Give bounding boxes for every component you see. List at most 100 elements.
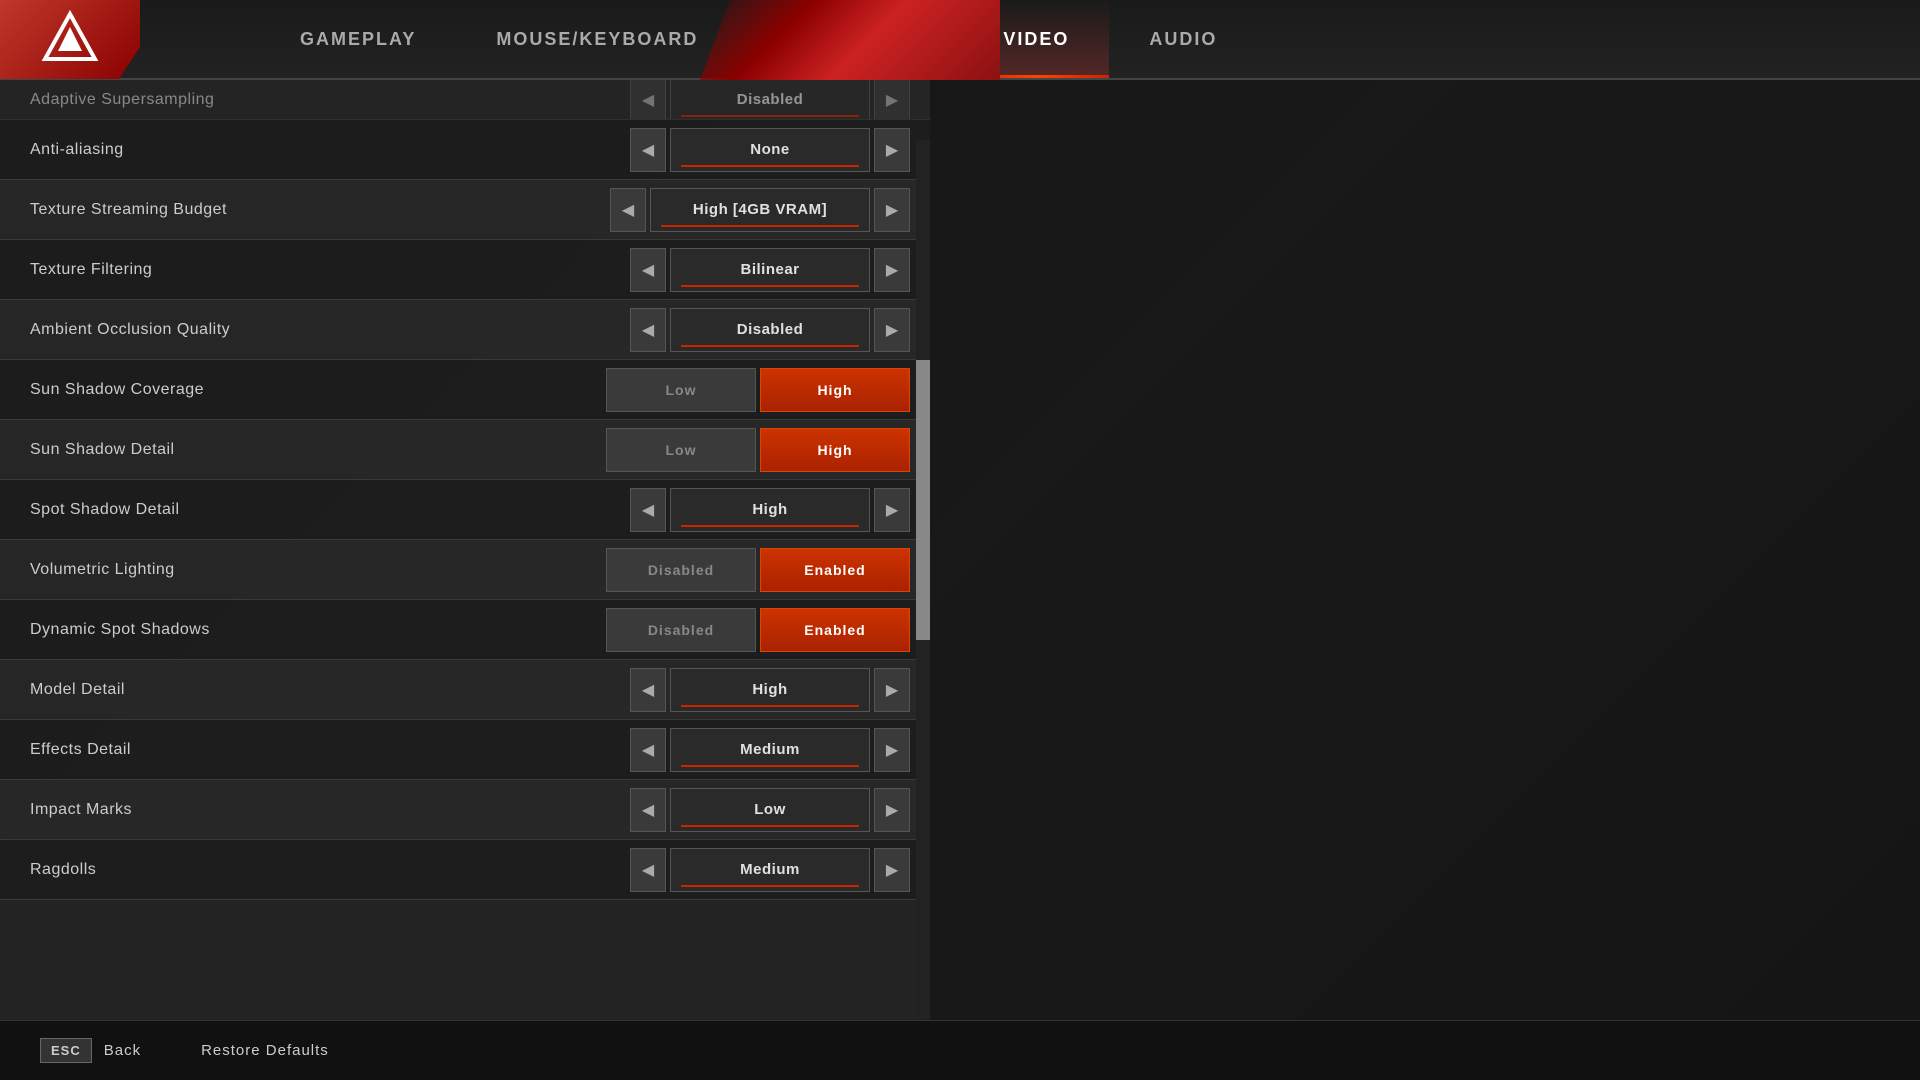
ambient-occlusion-control: ◀ Disabled ▶ xyxy=(630,308,910,352)
ragdolls-value: Medium xyxy=(740,861,800,878)
texture-filtering-label: Texture Filtering xyxy=(30,261,630,279)
setting-row-texture-streaming: Texture Streaming Budget ◀ High [4GB VRA… xyxy=(0,180,930,240)
volumetric-lighting-label: Volumetric Lighting xyxy=(30,561,606,579)
spot-shadow-detail-control: ◀ High ▶ xyxy=(630,488,910,532)
ambient-occlusion-value-box: Disabled xyxy=(670,308,870,352)
effects-detail-value: Medium xyxy=(740,741,800,758)
adaptive-value: Disabled xyxy=(737,91,804,108)
back-label: Back xyxy=(104,1042,141,1059)
tab-gameplay[interactable]: GAMEPLAY xyxy=(260,0,456,78)
volumetric-lighting-control: Disabled Enabled xyxy=(606,548,910,592)
ragdolls-prev[interactable]: ◀ xyxy=(630,848,666,892)
sun-shadow-detail-high[interactable]: High xyxy=(760,428,910,472)
model-detail-value-box: High xyxy=(670,668,870,712)
texture-streaming-next[interactable]: ▶ xyxy=(874,188,910,232)
effects-detail-label: Effects Detail xyxy=(30,741,630,759)
model-detail-next[interactable]: ▶ xyxy=(874,668,910,712)
adaptive-underline xyxy=(681,115,859,117)
sun-shadow-coverage-label: Sun Shadow Coverage xyxy=(30,381,606,399)
setting-row-spot-shadow-detail: Spot Shadow Detail ◀ High ▶ xyxy=(0,480,930,540)
ambient-occlusion-next[interactable]: ▶ xyxy=(874,308,910,352)
adaptive-prev[interactable]: ◀ xyxy=(630,80,666,120)
model-detail-prev[interactable]: ◀ xyxy=(630,668,666,712)
setting-row-dynamic-spot-shadows: Dynamic Spot Shadows Disabled Enabled xyxy=(0,600,930,660)
ambient-occlusion-prev[interactable]: ◀ xyxy=(630,308,666,352)
ragdolls-next[interactable]: ▶ xyxy=(874,848,910,892)
spot-shadow-detail-next[interactable]: ▶ xyxy=(874,488,910,532)
sun-shadow-coverage-control: Low High xyxy=(606,368,910,412)
adaptive-value-box: Disabled xyxy=(670,80,870,120)
sun-shadow-coverage-low[interactable]: Low xyxy=(606,368,756,412)
scrollbar-thumb[interactable] xyxy=(916,360,930,640)
settings-list[interactable]: Adaptive Supersampling ◀ Disabled ▶ Anti… xyxy=(0,80,930,1020)
spot-shadow-detail-label: Spot Shadow Detail xyxy=(30,501,630,519)
dynamic-spot-shadows-enabled[interactable]: Enabled xyxy=(760,608,910,652)
effects-detail-next[interactable]: ▶ xyxy=(874,728,910,772)
bottom-bar: ESC Back Restore Defaults xyxy=(0,1020,1920,1080)
texture-streaming-control: ◀ High [4GB VRAM] ▶ xyxy=(610,188,910,232)
effects-detail-underline xyxy=(681,765,859,767)
model-detail-underline xyxy=(681,705,859,707)
settings-panel: Adaptive Supersampling ◀ Disabled ▶ Anti… xyxy=(0,80,930,1020)
effects-detail-prev[interactable]: ◀ xyxy=(630,728,666,772)
volumetric-lighting-disabled[interactable]: Disabled xyxy=(606,548,756,592)
sun-shadow-detail-label: Sun Shadow Detail xyxy=(30,441,606,459)
impact-marks-next[interactable]: ▶ xyxy=(874,788,910,832)
texture-streaming-prev[interactable]: ◀ xyxy=(610,188,646,232)
texture-filtering-underline xyxy=(681,285,859,287)
model-detail-control: ◀ High ▶ xyxy=(630,668,910,712)
setting-row-sun-shadow-detail: Sun Shadow Detail Low High xyxy=(0,420,930,480)
texture-filtering-next[interactable]: ▶ xyxy=(874,248,910,292)
anti-aliasing-next[interactable]: ▶ xyxy=(874,128,910,172)
setting-row-impact-marks: Impact Marks ◀ Low ▶ xyxy=(0,780,930,840)
impact-marks-underline xyxy=(681,825,859,827)
back-action[interactable]: ESC Back xyxy=(40,1038,141,1063)
setting-row-effects-detail: Effects Detail ◀ Medium ▶ xyxy=(0,720,930,780)
dynamic-spot-shadows-control: Disabled Enabled xyxy=(606,608,910,652)
setting-row-volumetric-lighting: Volumetric Lighting Disabled Enabled xyxy=(0,540,930,600)
spot-shadow-detail-underline xyxy=(681,525,859,527)
ragdolls-control: ◀ Medium ▶ xyxy=(630,848,910,892)
impact-marks-prev[interactable]: ◀ xyxy=(630,788,666,832)
nav-accent xyxy=(700,0,1000,80)
sun-shadow-detail-low[interactable]: Low xyxy=(606,428,756,472)
texture-filtering-value: Bilinear xyxy=(740,261,799,278)
nav-bar: GAMEPLAY MOUSE/KEYBOARD CONTROLLER VIDEO… xyxy=(0,0,1920,80)
apex-logo xyxy=(40,9,100,69)
impact-marks-value-box: Low xyxy=(670,788,870,832)
spot-shadow-detail-value-box: High xyxy=(670,488,870,532)
scrollbar-track xyxy=(916,140,930,1020)
texture-streaming-underline xyxy=(661,225,859,227)
tab-mouse-keyboard[interactable]: MOUSE/KEYBOARD xyxy=(456,0,738,78)
volumetric-lighting-enabled[interactable]: Enabled xyxy=(760,548,910,592)
texture-filtering-value-box: Bilinear xyxy=(670,248,870,292)
texture-streaming-label: Texture Streaming Budget xyxy=(30,201,610,219)
restore-defaults-action[interactable]: Restore Defaults xyxy=(201,1042,329,1059)
setting-row-anti-aliasing: Anti-aliasing ◀ None ▶ xyxy=(0,120,930,180)
anti-aliasing-control: ◀ None ▶ xyxy=(630,128,910,172)
tab-audio[interactable]: AUDIO xyxy=(1109,0,1257,78)
texture-filtering-prev[interactable]: ◀ xyxy=(630,248,666,292)
ragdolls-value-box: Medium xyxy=(670,848,870,892)
texture-filtering-control: ◀ Bilinear ▶ xyxy=(630,248,910,292)
dynamic-spot-shadows-disabled[interactable]: Disabled xyxy=(606,608,756,652)
setting-row-ragdolls: Ragdolls ◀ Medium ▶ xyxy=(0,840,930,900)
setting-row-model-detail: Model Detail ◀ High ▶ xyxy=(0,660,930,720)
setting-row-ambient-occlusion: Ambient Occlusion Quality ◀ Disabled ▶ xyxy=(0,300,930,360)
ragdolls-underline xyxy=(681,885,859,887)
restore-defaults-label: Restore Defaults xyxy=(201,1042,329,1059)
impact-marks-control: ◀ Low ▶ xyxy=(630,788,910,832)
spot-shadow-detail-prev[interactable]: ◀ xyxy=(630,488,666,532)
anti-aliasing-prev[interactable]: ◀ xyxy=(630,128,666,172)
effects-detail-value-box: Medium xyxy=(670,728,870,772)
ambient-occlusion-underline xyxy=(681,345,859,347)
adaptive-control: ◀ Disabled ▶ xyxy=(630,80,910,120)
texture-streaming-value-box: High [4GB VRAM] xyxy=(650,188,870,232)
anti-aliasing-label: Anti-aliasing xyxy=(30,141,630,159)
ambient-occlusion-value: Disabled xyxy=(737,321,804,338)
logo-area xyxy=(0,0,140,79)
sun-shadow-coverage-high[interactable]: High xyxy=(760,368,910,412)
anti-aliasing-value-box: None xyxy=(670,128,870,172)
ragdolls-label: Ragdolls xyxy=(30,861,630,879)
adaptive-next[interactable]: ▶ xyxy=(874,80,910,120)
